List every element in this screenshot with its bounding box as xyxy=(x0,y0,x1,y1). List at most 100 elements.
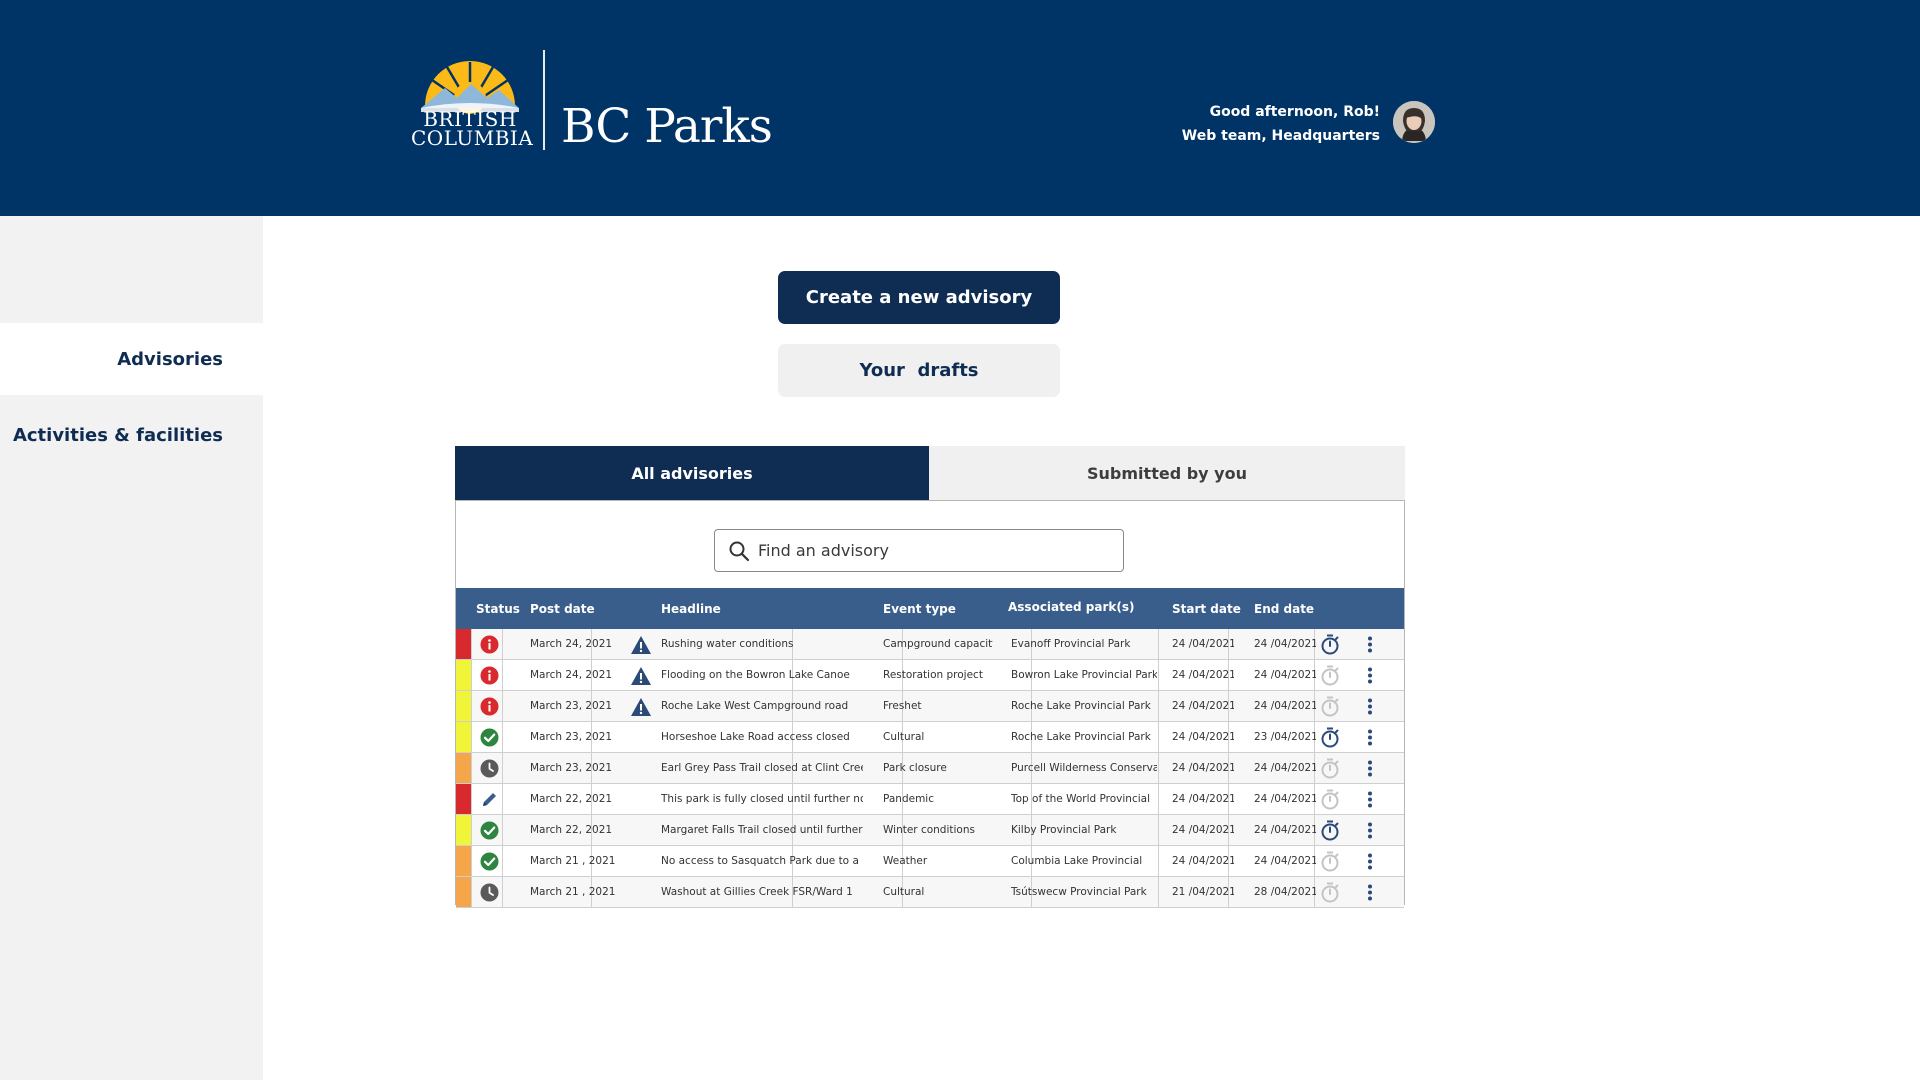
cell-divider xyxy=(502,877,503,907)
your-drafts-button[interactable]: Your drafts xyxy=(778,344,1060,397)
start-date-cell: 24 /04/2021 xyxy=(1172,669,1234,681)
cell-divider xyxy=(471,846,472,876)
headline-cell[interactable]: No access to Sasquatch Park due to a xyxy=(661,846,863,876)
kebab-menu-icon[interactable] xyxy=(1367,729,1373,746)
site-header: BRITISH COLUMBIA BC Parks Good afternoon… xyxy=(0,0,1920,216)
clock-icon xyxy=(480,759,499,778)
urgency-indicator xyxy=(456,815,471,845)
table-row[interactable]: March 23, 2021 Roche Lake West Campground… xyxy=(456,691,1404,722)
column-header-start-date[interactable]: Start date xyxy=(1172,602,1241,616)
cell-divider xyxy=(471,784,472,814)
cell-divider xyxy=(471,691,472,721)
kebab-menu-icon[interactable] xyxy=(1367,853,1373,870)
kebab-menu-icon[interactable] xyxy=(1367,791,1373,808)
alert-circle-icon xyxy=(480,666,499,685)
cell-divider xyxy=(1158,846,1159,876)
table-row[interactable]: March 22, 2021 Margaret Falls Trail close… xyxy=(456,815,1404,846)
check-circle-icon xyxy=(480,852,499,871)
headline-cell[interactable]: Horseshoe Lake Road access closed xyxy=(661,722,863,752)
end-date-cell: 23 /04/2021 xyxy=(1254,731,1316,743)
table-row[interactable]: March 24, 2021 Rushing water conditions Ca… xyxy=(456,629,1404,660)
timer-icon[interactable] xyxy=(1320,882,1340,903)
start-date-cell: 24 /04/2021 xyxy=(1172,762,1234,774)
post-date-cell: March 22, 2021 xyxy=(530,824,613,836)
sidebar: Advisories Activities & facilities xyxy=(0,216,263,1080)
sidebar-item-activities-facilities[interactable]: Activities & facilities xyxy=(0,399,263,471)
table-row[interactable]: March 24, 2021 Flooding on the Bowron Lak… xyxy=(456,660,1404,691)
kebab-menu-icon[interactable] xyxy=(1367,667,1373,684)
tab-label: Submitted by you xyxy=(1087,463,1247,483)
event-type-cell: Campground capacity xyxy=(883,638,993,650)
associated-park-cell: Roche Lake Provincial Park xyxy=(1011,700,1151,712)
headline-cell[interactable]: Rushing water conditions xyxy=(661,629,863,659)
warning-triangle-icon xyxy=(631,698,651,716)
create-advisory-button[interactable]: Create a new advisory xyxy=(778,271,1060,324)
timer-icon[interactable] xyxy=(1320,851,1340,872)
start-date-cell: 24 /04/2021 xyxy=(1172,824,1234,836)
user-avatar[interactable] xyxy=(1393,101,1435,143)
check-circle-icon xyxy=(480,728,499,747)
kebab-menu-icon[interactable] xyxy=(1367,760,1373,777)
tab-submitted-by-you[interactable]: Submitted by you xyxy=(929,446,1405,500)
cell-divider xyxy=(1158,784,1159,814)
headline-cell[interactable]: Roche Lake West Campground road xyxy=(661,691,863,721)
timer-icon[interactable] xyxy=(1320,727,1340,748)
table-row[interactable]: March 23, 2021 Horseshoe Lake Road access… xyxy=(456,722,1404,753)
timer-icon[interactable] xyxy=(1320,758,1340,779)
cell-divider xyxy=(502,722,503,752)
table-header: Status Post date Headline Event type Ass… xyxy=(456,588,1404,629)
end-date-cell: 24 /04/2021 xyxy=(1254,638,1316,650)
headline-cell[interactable]: Margaret Falls Trail closed until furthe… xyxy=(661,815,863,845)
post-date-cell: March 23, 2021 xyxy=(530,731,613,743)
logo-line-columbia: COLUMBIA xyxy=(411,126,534,150)
search-box[interactable] xyxy=(714,529,1124,572)
cell-divider xyxy=(1158,660,1159,690)
headline-cell[interactable]: This park is fully closed until further … xyxy=(661,784,863,814)
start-date-cell: 24 /04/2021 xyxy=(1172,638,1234,650)
search-input[interactable] xyxy=(758,541,1098,560)
logo-text-bc-parks: BC Parks xyxy=(561,99,773,154)
table-row[interactable]: March 21 , 2021 No access to Sasquatch Pa… xyxy=(456,846,1404,877)
cell-divider xyxy=(502,691,503,721)
column-header-event-type[interactable]: Event type xyxy=(883,602,956,616)
sidebar-item-label: Activities & facilities xyxy=(12,424,223,446)
kebab-menu-icon[interactable] xyxy=(1367,698,1373,715)
post-date-cell: March 24, 2021 xyxy=(530,638,613,650)
column-header-status[interactable]: Status xyxy=(476,602,520,616)
column-header-end-date[interactable]: End date xyxy=(1254,602,1314,616)
timer-icon[interactable] xyxy=(1320,665,1340,686)
event-type-cell: Freshet xyxy=(883,700,922,712)
headline-cell[interactable]: Washout at Gillies Creek FSR/Ward 1 xyxy=(661,877,863,907)
timer-icon[interactable] xyxy=(1320,634,1340,655)
tab-all-advisories[interactable]: All advisories xyxy=(455,446,929,500)
post-date-cell: March 22, 2021 xyxy=(530,793,613,805)
kebab-menu-icon[interactable] xyxy=(1367,636,1373,653)
post-date-cell: March 24, 2021 xyxy=(530,669,613,681)
timer-icon[interactable] xyxy=(1320,820,1340,841)
urgency-indicator xyxy=(456,691,471,721)
cell-divider xyxy=(471,877,472,907)
associated-park-cell: Columbia Lake Provincial xyxy=(1011,855,1143,867)
cell-divider xyxy=(1158,753,1159,783)
cell-divider xyxy=(1158,877,1159,907)
table-row[interactable]: March 22, 2021 This park is fully closed … xyxy=(456,784,1404,815)
pencil-icon xyxy=(483,793,496,806)
urgency-indicator xyxy=(456,846,471,876)
event-type-cell: Restoration project xyxy=(883,669,983,681)
headline-cell[interactable]: Flooding on the Bowron Lake Canoe xyxy=(661,660,863,690)
kebab-menu-icon[interactable] xyxy=(1367,884,1373,901)
timer-icon[interactable] xyxy=(1320,696,1340,717)
start-date-cell: 24 /04/2021 xyxy=(1172,731,1234,743)
headline-cell[interactable]: Earl Grey Pass Trail closed at Clint Cre… xyxy=(661,753,863,783)
sidebar-item-advisories[interactable]: Advisories xyxy=(0,323,263,395)
kebab-menu-icon[interactable] xyxy=(1367,822,1373,839)
bc-parks-logo[interactable]: BRITISH COLUMBIA BC Parks xyxy=(411,48,773,152)
column-header-headline[interactable]: Headline xyxy=(661,602,721,616)
urgency-indicator xyxy=(456,660,471,690)
timer-icon[interactable] xyxy=(1320,789,1340,810)
column-header-post-date[interactable]: Post date xyxy=(530,602,595,616)
table-row[interactable]: March 23, 2021 Earl Grey Pass Trail close… xyxy=(456,753,1404,784)
column-header-associated-parks[interactable]: Associated park(s) xyxy=(1008,600,1134,614)
table-row[interactable]: March 21 , 2021 Washout at Gillies Creek … xyxy=(456,877,1404,908)
check-circle-icon xyxy=(480,821,499,840)
